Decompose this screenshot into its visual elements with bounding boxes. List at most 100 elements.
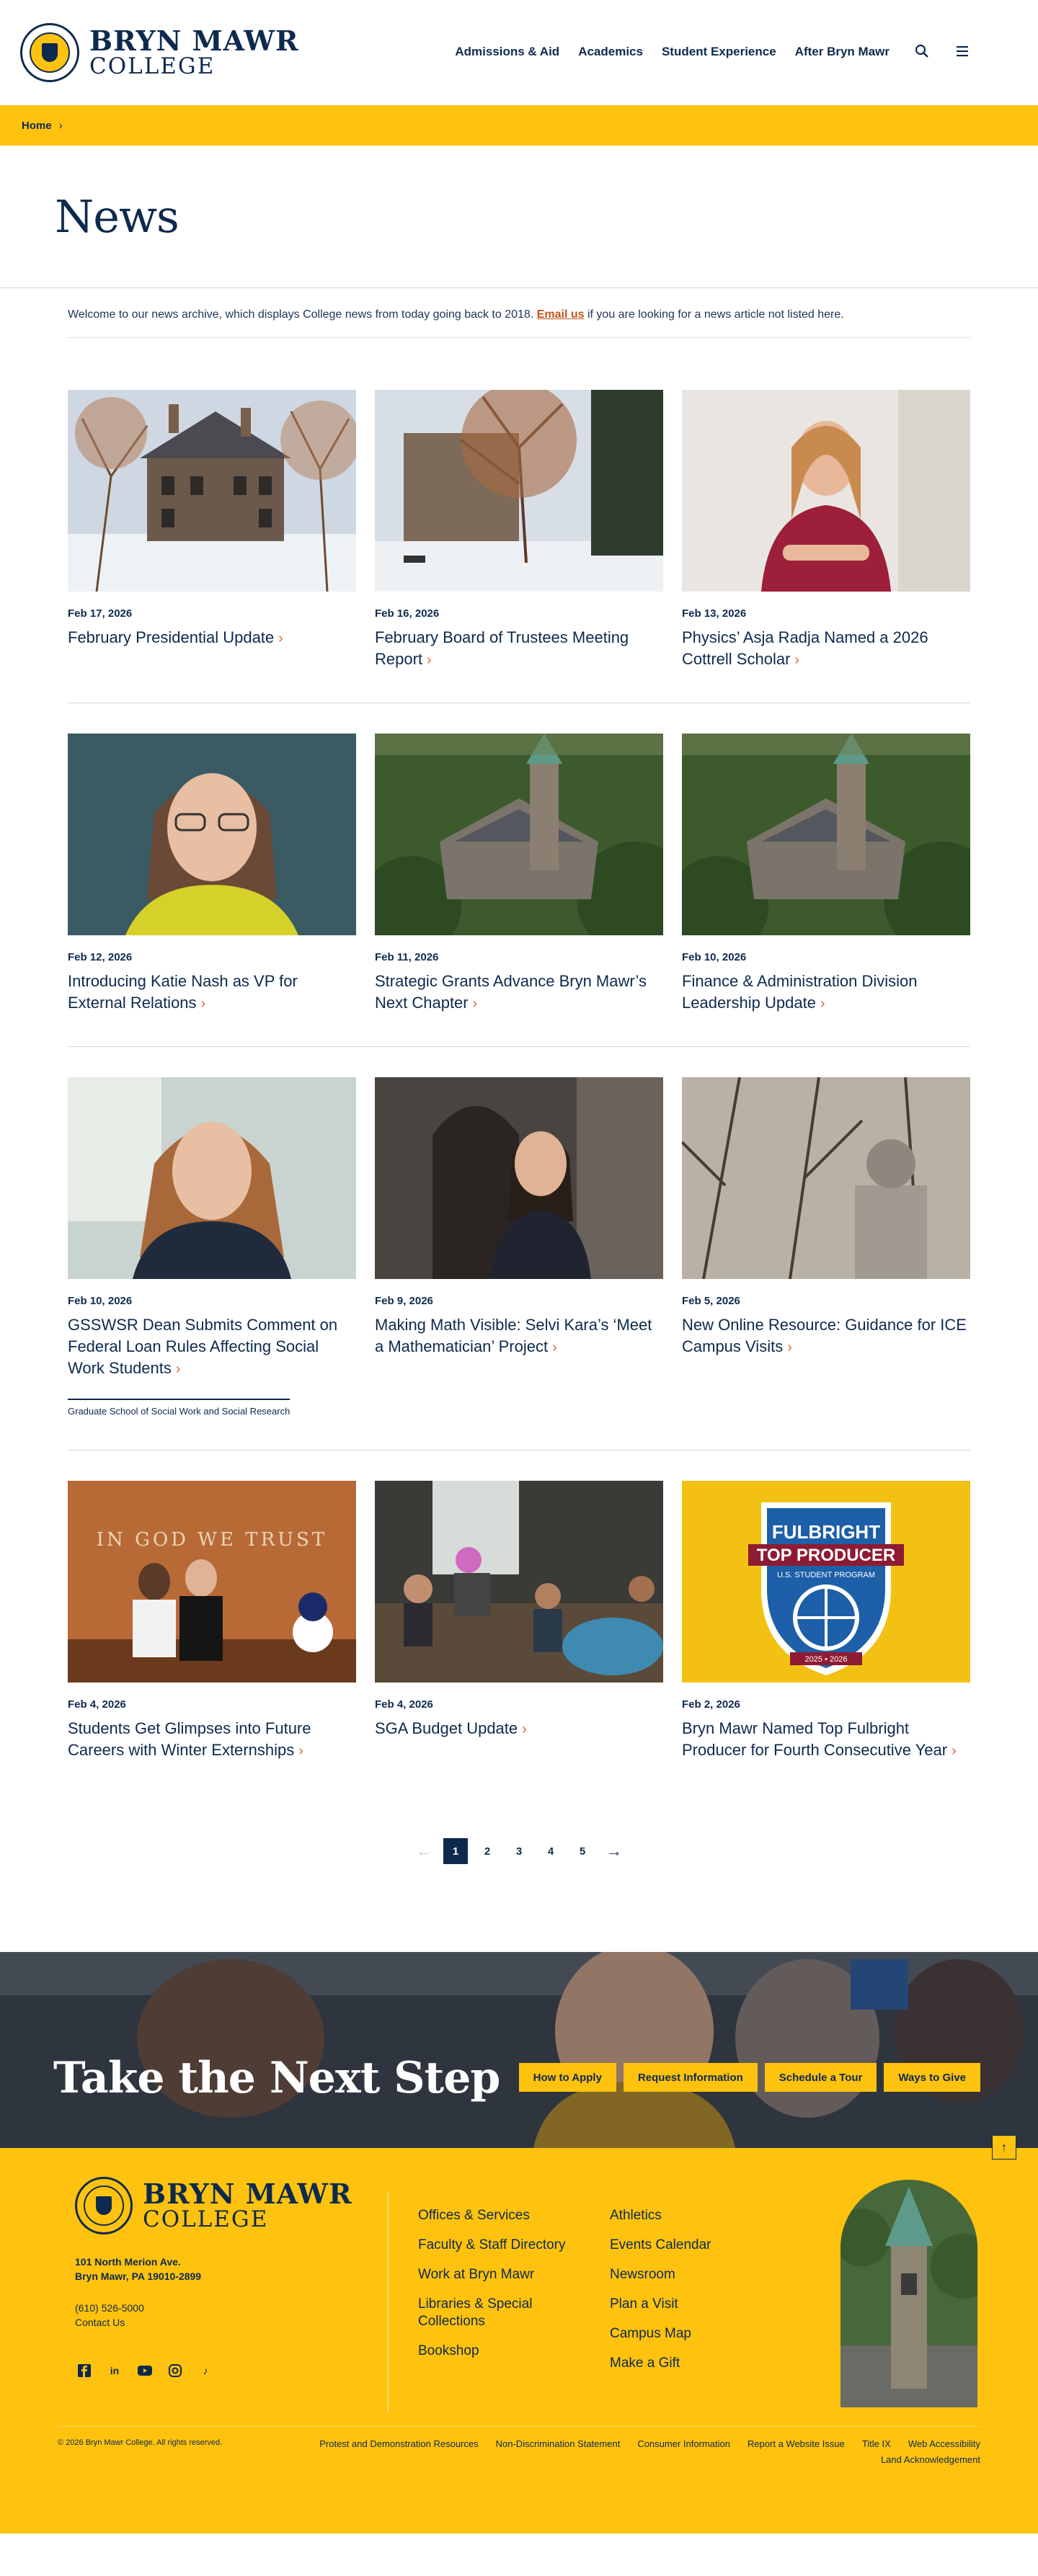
copyright: © 2026 Bryn Mawr College. All rights res… <box>58 2438 223 2447</box>
breadcrumb-home[interactable]: Home <box>22 120 52 132</box>
news-card-image[interactable] <box>375 734 663 935</box>
news-card: Feb 9, 2026 Making Math Visible: Selvi K… <box>375 1077 663 1418</box>
news-title-link[interactable]: February Board of Trustees Meeting Repor… <box>375 627 663 671</box>
footer-link[interactable]: Libraries & Special Collections <box>418 2296 598 2330</box>
chevron-right-icon: › <box>278 630 283 646</box>
next-step-banner: Take the Next Step How to Apply Request … <box>0 1952 1038 2148</box>
news-card-image[interactable] <box>68 1077 356 1279</box>
news-title-link[interactable]: Physics’ Asja Radja Named a 2026 Cottrel… <box>682 627 970 671</box>
legal-link[interactable]: Report a Website Issue <box>748 2438 845 2449</box>
footer-links-col-2: Athletics Events Calendar Newsroom Plan … <box>610 2207 754 2372</box>
facebook-icon[interactable] <box>76 2363 92 2379</box>
footer-link[interactable]: Faculty & Staff Directory <box>418 2237 598 2254</box>
news-category-tag[interactable]: Graduate School of Social Work and Socia… <box>68 1399 290 1417</box>
footer-contact: (610) 526-5000 Contact Us <box>75 2301 144 2330</box>
news-title-link[interactable]: Finance & Administration Division Leader… <box>682 971 970 1015</box>
phone-link[interactable]: (610) 526-5000 <box>75 2301 144 2315</box>
page-5[interactable]: 5 <box>570 1838 595 1864</box>
news-card: Feb 11, 2026 Strategic Grants Advance Br… <box>375 734 663 1015</box>
chevron-right-icon: › <box>552 1340 557 1355</box>
chevron-right-icon: › <box>952 1743 957 1759</box>
news-title-link[interactable]: New Online Resource: Guidance for ICE Ca… <box>682 1314 970 1358</box>
chevron-right-icon: › <box>820 996 825 1012</box>
schedule-tour-button[interactable]: Schedule a Tour <box>764 2063 877 2092</box>
nav-student-experience[interactable]: Student Experience <box>662 45 776 59</box>
nav-academics[interactable]: Academics <box>578 45 643 59</box>
chevron-right-icon: › <box>522 1721 527 1737</box>
page-1[interactable]: 1 <box>443 1838 468 1864</box>
page-title: News <box>55 190 179 243</box>
intro-text: Welcome to our news archive, which displ… <box>68 308 970 338</box>
home-logo-link[interactable]: BRYN MAWR COLLEGE <box>20 23 299 82</box>
search-icon[interactable] <box>913 42 931 61</box>
site-header: BRYN MAWR COLLEGE Admissions & Aid Acade… <box>0 0 1038 105</box>
news-card-image[interactable] <box>375 1077 663 1279</box>
footer-link[interactable]: Events Calendar <box>610 2237 754 2254</box>
legal-link[interactable]: Web Accessibility <box>908 2438 980 2449</box>
news-date: Feb 9, 2026 <box>375 1295 433 1307</box>
legal-link[interactable]: Consumer Information <box>637 2438 730 2449</box>
youtube-icon[interactable] <box>137 2363 153 2379</box>
news-row: Feb 10, 2026 GSSWSR Dean Submits Comment… <box>68 1077 970 1450</box>
cta-title: Take the Next Step <box>53 2053 500 2103</box>
news-card: IN GOD WE TRUST Feb 4, 2026 Students Get… <box>68 1481 356 1762</box>
footer-link[interactable]: Make a Gift <box>610 2355 754 2372</box>
news-title-link[interactable]: Strategic Grants Advance Bryn Mawr’s Nex… <box>375 971 663 1015</box>
back-to-top-arrow-icon[interactable]: ↑ <box>992 2135 1016 2160</box>
year-label: 2025 • 2026 <box>805 1655 848 1664</box>
chevron-right-icon: › <box>794 652 800 668</box>
next-page-arrow-icon[interactable]: → <box>602 1838 626 1864</box>
news-card-image[interactable] <box>375 390 663 592</box>
news-title-link[interactable]: SGA Budget Update › <box>375 1718 663 1740</box>
news-card-image[interactable] <box>68 390 356 592</box>
footer-link[interactable]: Plan a Visit <box>610 2296 754 2313</box>
page-3[interactable]: 3 <box>507 1838 531 1864</box>
news-title-link[interactable]: Students Get Glimpses into Future Career… <box>68 1718 356 1762</box>
request-information-button[interactable]: Request Information <box>623 2063 758 2092</box>
news-date: Feb 2, 2026 <box>682 1698 740 1711</box>
news-card-image[interactable]: IN GOD WE TRUST <box>68 1481 356 1683</box>
footer-link[interactable]: Bookshop <box>418 2343 598 2360</box>
news-card-image[interactable] <box>682 390 970 592</box>
footer-wordmark: BRYN MAWR COLLEGE <box>143 2177 352 2232</box>
ways-to-give-button[interactable]: Ways to Give <box>884 2063 980 2092</box>
news-date: Feb 4, 2026 <box>375 1698 433 1711</box>
news-title-link[interactable]: Bryn Mawr Named Top Fulbright Producer f… <box>682 1718 970 1762</box>
news-card-image[interactable] <box>375 1481 663 1683</box>
legal-link[interactable]: Protest and Demonstration Resources <box>319 2438 478 2449</box>
news-title-link[interactable]: February Presidential Update › <box>68 627 356 649</box>
program-label: U.S. STUDENT PROGRAM <box>777 1571 875 1579</box>
email-us-link[interactable]: Email us <box>537 308 585 321</box>
footer-logo-link[interactable]: BRYN MAWR COLLEGE <box>75 2177 352 2234</box>
news-title-link[interactable]: GSSWSR Dean Submits Comment on Federal L… <box>68 1314 356 1380</box>
legal-link[interactable]: Non-Discrimination Statement <box>496 2438 621 2449</box>
logo-wordmark: BRYN MAWR COLLEGE <box>89 24 299 79</box>
news-card-image[interactable] <box>682 734 970 935</box>
footer-link[interactable]: Newsroom <box>610 2266 754 2283</box>
linkedin-icon[interactable]: in <box>107 2363 123 2379</box>
footer-link[interactable]: Athletics <box>610 2207 754 2224</box>
news-card-image[interactable]: FULBRIGHT TOP PRODUCER U.S. STUDENT PROG… <box>682 1481 970 1683</box>
land-acknowledgement-link[interactable]: Land Acknowledgement <box>881 2454 980 2465</box>
news-title-link[interactable]: Making Math Visible: Selvi Kara’s ‘Meet … <box>375 1314 663 1358</box>
footer-link[interactable]: Work at Bryn Mawr <box>418 2266 598 2283</box>
footer-links-col-1: Offices & Services Faculty & Staff Direc… <box>418 2207 598 2360</box>
news-card: Feb 16, 2026 February Board of Trustees … <box>375 390 663 671</box>
nav-admissions[interactable]: Admissions & Aid <box>455 45 559 59</box>
news-card-image[interactable] <box>68 734 356 935</box>
news-card-image[interactable] <box>682 1077 970 1279</box>
page-4[interactable]: 4 <box>538 1838 563 1864</box>
legal-link[interactable]: Title IX <box>862 2438 891 2449</box>
how-to-apply-button[interactable]: How to Apply <box>518 2063 616 2092</box>
prev-page-arrow-icon[interactable]: ← <box>412 1838 436 1864</box>
footer-link[interactable]: Campus Map <box>610 2325 754 2343</box>
instagram-icon[interactable] <box>167 2363 183 2379</box>
page-2[interactable]: 2 <box>475 1838 500 1864</box>
contact-us-link[interactable]: Contact Us <box>75 2315 144 2330</box>
nav-after-bryn-mawr[interactable]: After Bryn Mawr <box>795 45 890 59</box>
footer-link[interactable]: Offices & Services <box>418 2207 598 2224</box>
news-title-link[interactable]: Introducing Katie Nash as VP for Externa… <box>68 971 356 1015</box>
menu-icon[interactable] <box>953 42 972 61</box>
college-seal-icon <box>20 23 79 82</box>
tiktok-icon[interactable]: ♪ <box>198 2363 213 2379</box>
